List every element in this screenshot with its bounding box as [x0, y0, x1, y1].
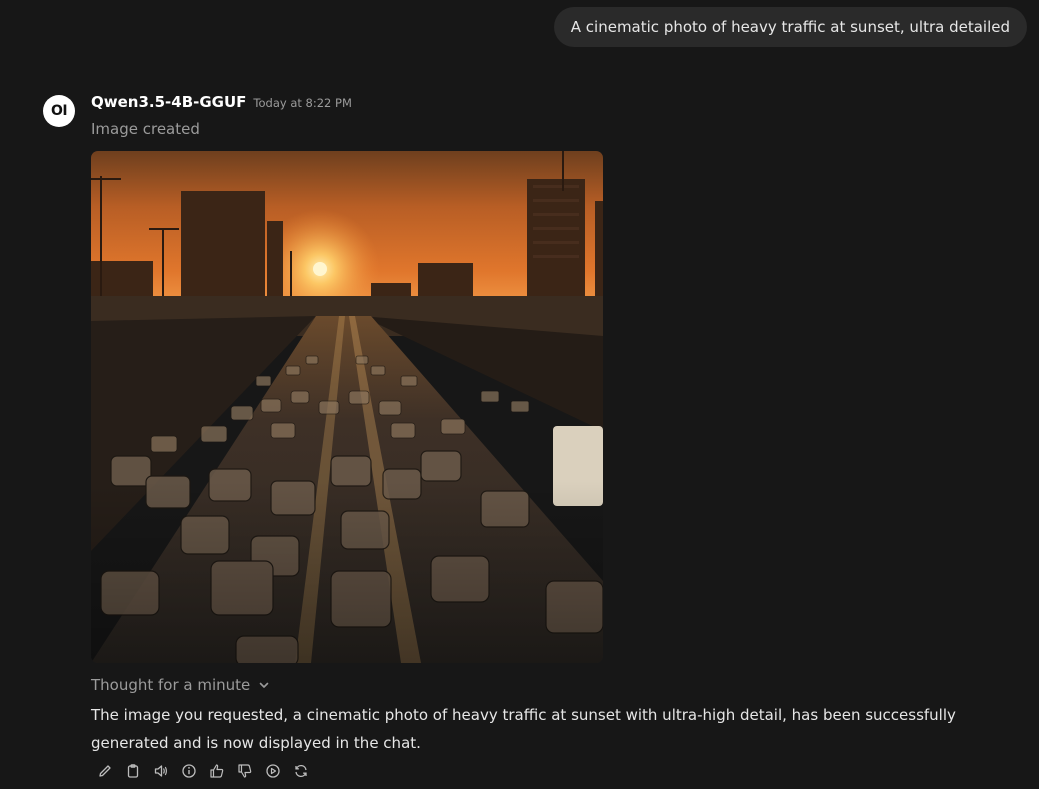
user-message-text: A cinematic photo of heavy traffic at su…	[570, 18, 1010, 36]
good-response-button[interactable]	[207, 761, 227, 781]
thumbs-up-icon	[210, 764, 224, 778]
speaker-icon	[154, 765, 167, 777]
clipboard-icon	[127, 764, 139, 778]
thought-toggle[interactable]: Thought for a minute	[91, 676, 270, 694]
pencil-icon	[99, 765, 111, 777]
refresh-icon	[295, 764, 307, 778]
message-header: Qwen3.5-4B-GGUF Today at 8:22 PM	[91, 93, 352, 111]
info-button[interactable]	[179, 761, 199, 781]
continue-button[interactable]	[263, 761, 283, 781]
assistant-response: The image you requested, a cinematic pho…	[91, 706, 956, 752]
message-timestamp: Today at 8:22 PM	[253, 96, 352, 110]
regenerate-button[interactable]	[291, 761, 311, 781]
avatar-initials: OI	[50, 103, 68, 119]
assistant-avatar: OI	[43, 95, 75, 127]
thought-label: Thought for a minute	[91, 676, 251, 694]
user-message-bubble: A cinematic photo of heavy traffic at su…	[553, 7, 1027, 47]
model-name: Qwen3.5-4B-GGUF	[91, 93, 247, 111]
edit-button[interactable]	[95, 761, 115, 781]
image-status: Image created	[91, 120, 200, 138]
generated-image[interactable]	[91, 151, 603, 663]
chevron-down-icon	[259, 682, 269, 688]
play-circle-icon	[266, 764, 280, 778]
copy-button[interactable]	[123, 761, 143, 781]
read-aloud-button[interactable]	[151, 761, 171, 781]
info-icon	[182, 764, 196, 778]
bad-response-button[interactable]	[235, 761, 255, 781]
thumbs-down-icon	[238, 764, 252, 778]
message-actions	[95, 761, 311, 781]
